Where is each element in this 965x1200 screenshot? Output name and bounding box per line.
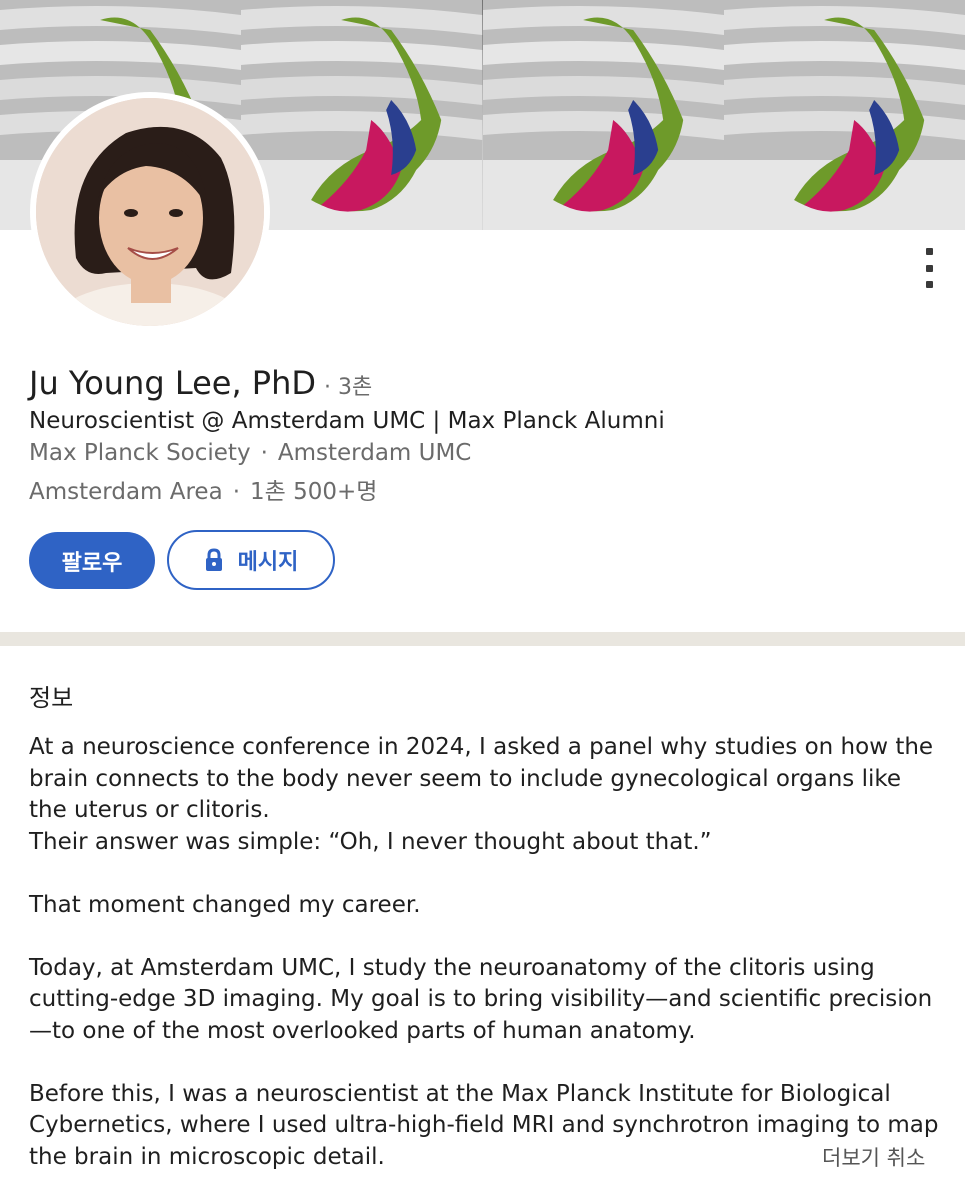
about-text: At a neuroscience conference in 2024, I … xyxy=(29,734,934,823)
about-paragraph: At a neuroscience conference in 2024, I … xyxy=(29,732,939,858)
see-less-button[interactable]: 더보기 취소 xyxy=(822,1142,925,1172)
about-paragraph: That moment changed my career. xyxy=(29,891,421,918)
lock-icon xyxy=(205,548,222,571)
message-label: 메시지 xyxy=(237,550,299,575)
about-paragraph: Today, at Amsterdam UMC, I study the neu… xyxy=(29,954,933,1044)
avatar-photo xyxy=(36,98,264,326)
degree-value: 3촌 xyxy=(338,375,373,400)
about-text: Their answer was simple: “Oh, I never th… xyxy=(29,828,712,855)
profile-name: Ju Young Lee, PhD xyxy=(29,364,317,402)
profile-avatar[interactable] xyxy=(30,92,270,332)
more-dot xyxy=(925,281,933,288)
org-link[interactable]: Max Planck Society xyxy=(29,440,251,466)
profile-location: Amsterdam Area xyxy=(29,479,223,505)
banner-image-tile xyxy=(482,0,724,230)
more-vertical-icon[interactable] xyxy=(914,246,944,290)
profile-name-row: Ju Young Lee, PhD · 3촌 xyxy=(29,364,372,402)
profile-headline: Neuroscientist @ Amsterdam UMC | Max Pla… xyxy=(29,408,665,434)
more-dot xyxy=(925,248,933,255)
banner-image-tile xyxy=(241,0,483,230)
org-link[interactable]: Amsterdam UMC xyxy=(278,440,472,466)
profile-location-row: Amsterdam Area · 1촌 500+명 xyxy=(29,472,377,506)
meta-separator: · xyxy=(232,479,240,505)
profile-organizations: Max Planck Society · Amsterdam UMC xyxy=(29,440,471,466)
about-paragraph: Before this, I was a neuroscientist at t… xyxy=(29,1080,939,1170)
section-divider xyxy=(0,632,965,646)
degree-separator: · xyxy=(324,375,332,400)
about-title: 정보 xyxy=(29,684,74,712)
message-button[interactable]: 메시지 xyxy=(167,530,335,590)
about-body: At a neuroscience conference in 2024, I … xyxy=(29,732,939,1173)
follow-button[interactable]: 팔로우 xyxy=(29,532,155,589)
meta-separator: · xyxy=(260,440,268,466)
connections-count[interactable]: 1촌 500+명 xyxy=(250,479,377,505)
more-dot xyxy=(925,264,933,272)
connection-degree: · 3촌 xyxy=(324,369,372,401)
banner-image-tile xyxy=(723,0,965,230)
